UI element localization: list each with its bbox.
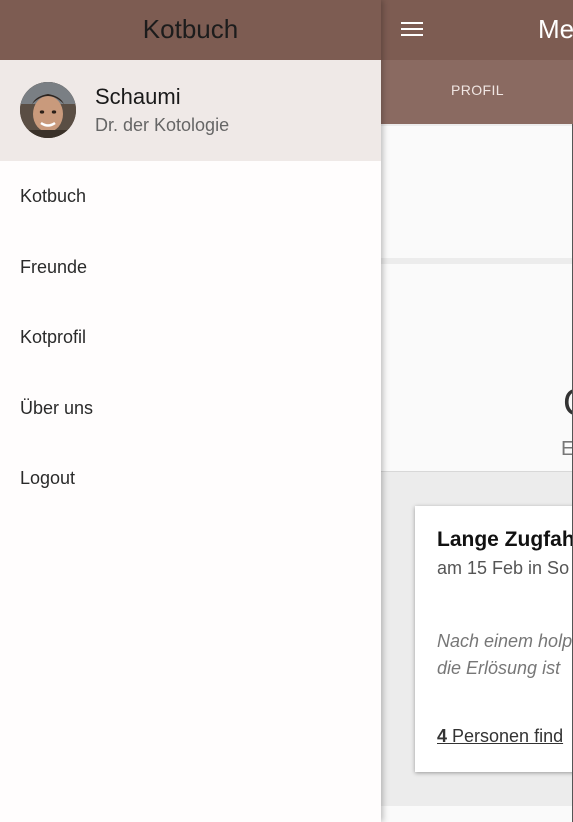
post-card[interactable]: Lange Zugfah am 15 Feb in So Nach einem … (415, 506, 573, 772)
menu-icon[interactable] (401, 18, 427, 42)
tab-bar: PROFIL (381, 60, 573, 124)
profile-role: Dr. der Kotologie (95, 115, 230, 135)
avatar (20, 82, 76, 138)
likes-count: 4 (437, 726, 448, 746)
post-text: Nach einem holp die Erlösung ist (437, 628, 573, 682)
post-title: Lange Zugfah (437, 528, 573, 551)
post-text-line: Nach einem holp (437, 631, 573, 651)
nav-item-freunde[interactable]: Freunde (0, 232, 381, 303)
nav-item-ueber-uns[interactable]: Über uns (0, 373, 381, 444)
drawer-profile[interactable]: Schaumi Dr. der Kotologie (0, 60, 381, 161)
drawer-nav: Kotbuch Freunde Kotprofil Über uns Logou… (0, 161, 381, 514)
post-text-line: die Erlösung ist (437, 658, 561, 678)
app-toolbar: Me (381, 0, 573, 60)
profile-panel: C E (381, 264, 573, 472)
tab-profil[interactable]: PROFIL (451, 82, 504, 98)
screen: Me PROFIL C E Lange Zugfah am 15 Feb in … (0, 0, 573, 822)
nav-item-kotbuch[interactable]: Kotbuch (0, 161, 381, 232)
content-panel-top (381, 126, 573, 258)
content-panel-bottom (381, 806, 573, 822)
main-app: Me PROFIL C E Lange Zugfah am 15 Feb in … (381, 0, 573, 822)
nav-item-logout[interactable]: Logout (0, 443, 381, 514)
app-title: Me (538, 14, 573, 44)
post-meta: am 15 Feb in So (437, 558, 570, 578)
drawer-title: Kotbuch (142, 14, 239, 44)
likes-label: Personen find (447, 726, 564, 746)
profile-name: Schaumi (95, 84, 181, 109)
navigation-drawer: Kotbuch Schaumi Dr. der Kotologie Kotbuc… (0, 0, 381, 822)
nav-item-kotprofil[interactable]: Kotprofil (0, 302, 381, 373)
likes-link[interactable]: 4 Personen find (437, 726, 563, 747)
drawer-header: Kotbuch (0, 0, 381, 60)
